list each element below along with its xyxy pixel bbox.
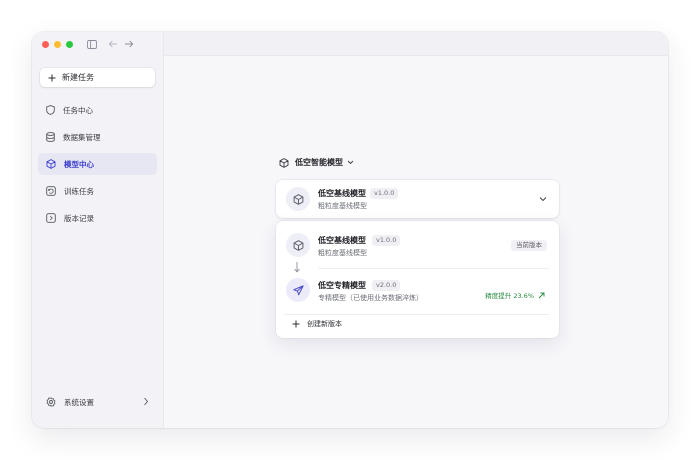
cube-icon xyxy=(293,239,303,251)
version-dropdown-panel: 低空基线模型 v1.0.0 粗粒度基线模型 当前版本 低空专精模型 v2.0.0… xyxy=(276,221,559,338)
cube-icon xyxy=(293,193,303,205)
chevron-down-icon[interactable] xyxy=(539,196,547,202)
sidebar-item-label: 版本记录 xyxy=(64,213,94,223)
chevron-right-icon xyxy=(144,397,149,406)
sidebar-toggle-icon[interactable] xyxy=(86,38,98,50)
sidebar-item-training-tasks[interactable]: 训练任务 xyxy=(38,180,157,202)
trend-up-icon xyxy=(538,292,545,298)
create-version-button[interactable]: 创建新版本 xyxy=(292,319,342,329)
sidebar-item-version-history[interactable]: 版本记录 xyxy=(38,207,157,229)
create-version-label: 创建新版本 xyxy=(307,320,342,328)
current-version-badge: 当前版本 xyxy=(511,240,547,251)
close-window-button[interactable] xyxy=(42,41,49,48)
title-bar xyxy=(164,32,668,56)
sidebar-item-task-center[interactable]: 任务中心 xyxy=(38,99,157,121)
model-name: 低空基线模型 xyxy=(318,189,366,198)
model-avatar xyxy=(286,187,310,211)
system-settings-button[interactable]: 系统设置 xyxy=(38,391,157,413)
accuracy-gain-label: 精度提升 23.6% xyxy=(485,292,534,300)
version-description: 专精模型（已使用业务数据淬炼） xyxy=(318,294,423,302)
plus-icon xyxy=(292,320,300,328)
sidebar-item-dataset-management[interactable]: 数据集管理 xyxy=(38,126,157,148)
gear-icon xyxy=(46,397,56,407)
chevron-down-icon xyxy=(347,160,354,165)
version-tag: v1.0.0 xyxy=(372,235,401,246)
plus-icon xyxy=(48,74,56,81)
version-name: 低空基线模型 xyxy=(318,236,366,245)
sidebar-item-label: 任务中心 xyxy=(63,105,93,115)
database-icon xyxy=(46,132,55,142)
current-model-card[interactable]: 低空基线模型 v1.0.0 粗粒度基线模型 xyxy=(276,180,559,218)
sidebar-item-label: 数据集管理 xyxy=(63,132,101,142)
sidebar: 新建任务 任务中心 数据集管理 模型中心 训练任务 版本记录 系统设置 xyxy=(32,32,164,428)
model-selector[interactable]: 低空智能模型 xyxy=(279,157,354,168)
zoom-window-button[interactable] xyxy=(66,41,73,48)
version-description: 粗粒度基线模型 xyxy=(318,249,367,257)
model-selector-label: 低空智能模型 xyxy=(295,158,343,167)
cube-icon xyxy=(279,157,289,168)
training-icon xyxy=(46,186,56,196)
paper-plane-icon xyxy=(292,284,304,295)
cube-icon xyxy=(46,159,56,169)
divider xyxy=(284,314,549,315)
model-avatar xyxy=(286,278,310,302)
new-task-button[interactable]: 新建任务 xyxy=(40,68,155,87)
version-tag: v1.0.0 xyxy=(370,188,399,199)
sidebar-item-model-center[interactable]: 模型中心 xyxy=(38,153,157,175)
settings-label: 系统设置 xyxy=(64,397,94,407)
divider xyxy=(318,268,549,269)
back-arrow-icon[interactable] xyxy=(107,38,119,50)
arrow-down-icon xyxy=(294,262,300,273)
model-avatar xyxy=(286,233,310,257)
accuracy-gain: 精度提升 23.6% xyxy=(485,290,545,300)
forward-arrow-icon[interactable] xyxy=(123,38,135,50)
shield-icon xyxy=(46,105,55,115)
model-description: 粗粒度基线模型 xyxy=(318,202,367,210)
version-name: 低空专精模型 xyxy=(318,281,366,290)
sidebar-item-label: 训练任务 xyxy=(64,186,94,196)
new-task-label: 新建任务 xyxy=(62,73,94,82)
version-tag: v2.0.0 xyxy=(372,280,401,291)
document-icon xyxy=(46,213,56,223)
sidebar-item-label: 模型中心 xyxy=(64,159,94,169)
minimize-window-button[interactable] xyxy=(54,41,61,48)
